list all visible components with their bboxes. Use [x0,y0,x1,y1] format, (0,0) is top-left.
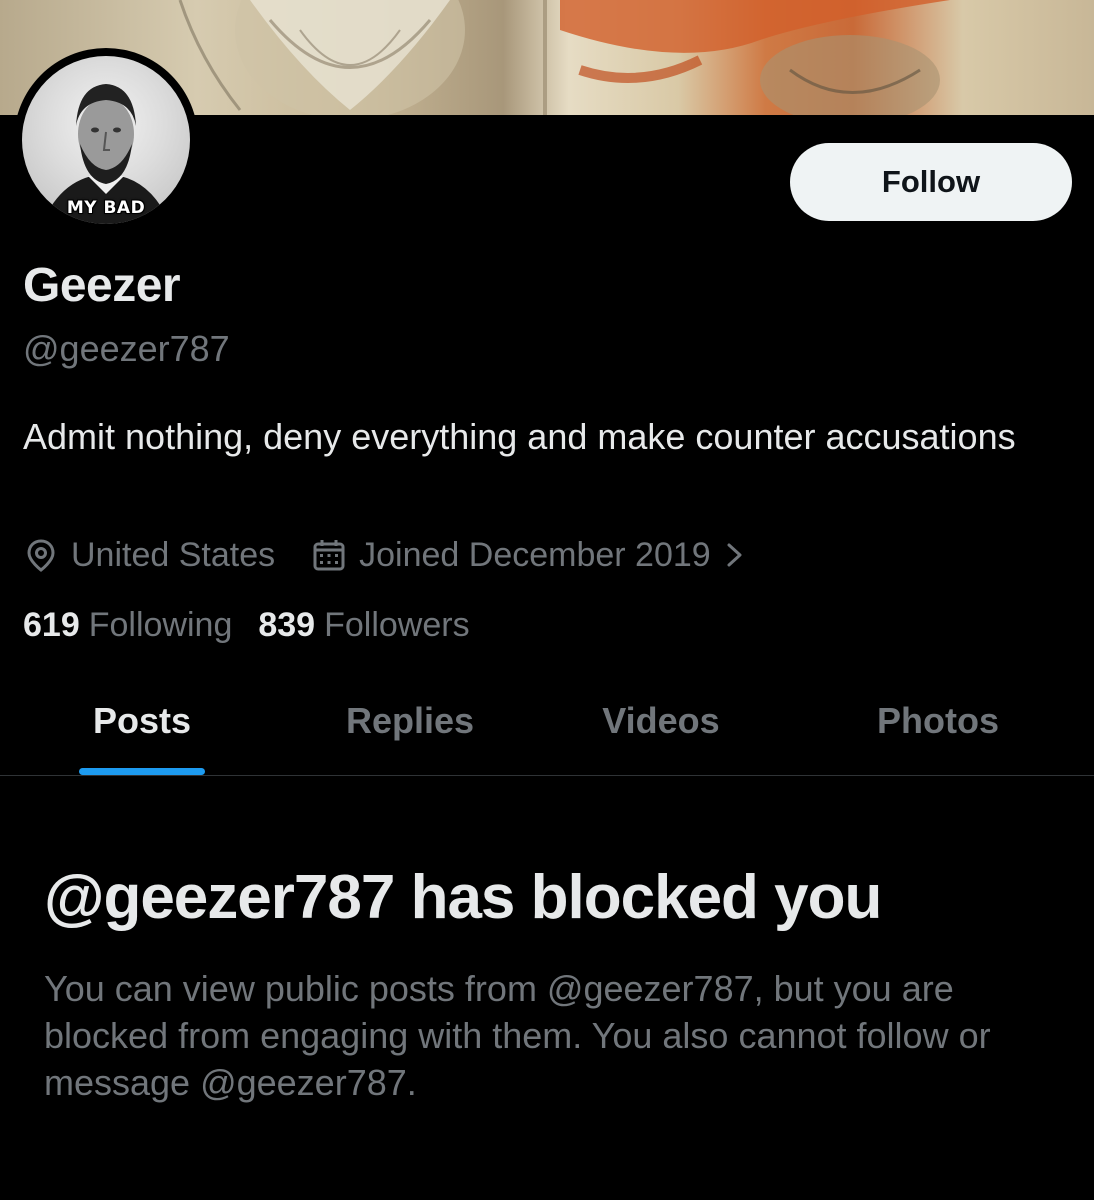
blocked-message: You can view public posts from @geezer78… [44,968,991,1103]
tabs-divider [0,775,1094,776]
active-tab-indicator [79,768,205,775]
chevron-right-icon[interactable] [725,537,745,573]
avatar-caption: MY BAD [66,198,146,218]
profile-tabs: Posts Replies Videos Photos [0,680,1094,776]
location-text: United States [71,535,276,574]
follow-counts: 619 Following 839 Followers [23,606,470,645]
profile-meta: United States Joined December 2019 [23,533,745,577]
avatar[interactable]: MY BAD [22,56,190,224]
tab-posts[interactable]: Posts [40,680,244,776]
calendar-icon [311,537,347,573]
user-handle: @geezer787 [23,328,230,369]
followers-count: 839 [258,606,316,644]
profile-bio: Admit nothing, deny everything and make … [23,416,1016,457]
tab-videos[interactable]: Videos [559,680,763,776]
display-name: Geezer [23,259,181,312]
blocked-title: @geezer787 has blocked you [44,863,882,932]
joined-date[interactable]: Joined December 2019 [359,536,711,575]
followers-link[interactable]: 839 Followers [258,606,469,645]
followers-label: Followers [324,606,470,644]
follow-button[interactable]: Follow [790,143,1072,221]
location-pin-icon [23,537,59,573]
tab-replies[interactable]: Replies [308,680,512,776]
tab-photos[interactable]: Photos [836,680,1040,776]
following-link[interactable]: 619 Following [23,606,232,645]
following-label: Following [88,606,233,644]
following-count: 619 [23,606,80,644]
